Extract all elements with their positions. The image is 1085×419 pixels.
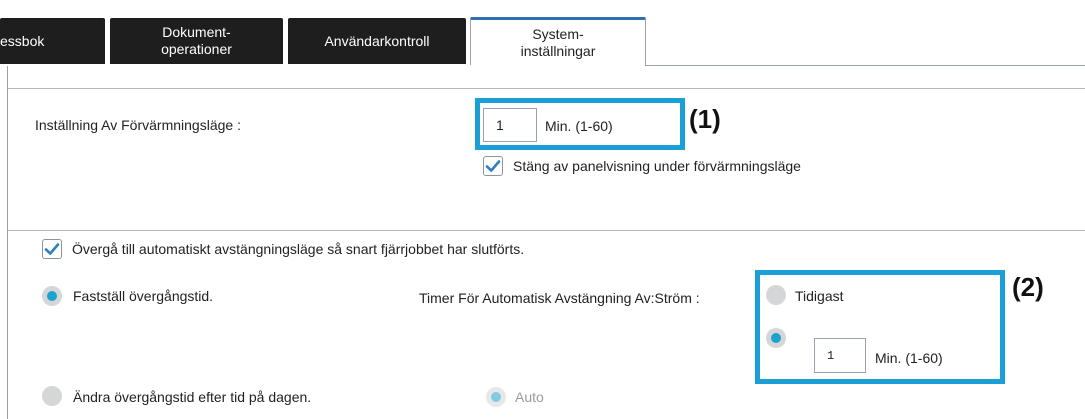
- highlight-box-2: [755, 270, 1005, 384]
- tab-user-control[interactable]: Användarkontroll: [288, 18, 466, 64]
- auto-off-minutes-unit: Min. (1-60): [875, 350, 943, 366]
- auto-label: Auto: [515, 389, 544, 405]
- time-of-day-radio[interactable]: [42, 386, 62, 406]
- fixed-time-label: Fastställ övergångstid.: [73, 288, 214, 304]
- callout-1: (1): [689, 104, 721, 134]
- tab-label: Användarkontroll: [324, 32, 430, 49]
- auto-off-after-remote-checkbox[interactable]: [42, 239, 62, 259]
- auto-off-after-remote-label: Övergå till automatiskt avstängningsläge…: [72, 241, 525, 257]
- earliest-label: Tidigast: [795, 288, 844, 304]
- tab-document-operations[interactable]: Dokument- operationer: [110, 18, 283, 64]
- callout-2: (2): [1012, 272, 1044, 302]
- tab-label: Dokument- operationer: [161, 24, 232, 57]
- earliest-radio[interactable]: [766, 285, 786, 305]
- fixed-time-radio[interactable]: [42, 286, 62, 306]
- tab-address-book[interactable]: essbok: [0, 18, 105, 64]
- preheat-unit-label: Min. (1-60): [545, 118, 613, 134]
- section-divider: [8, 230, 1085, 231]
- tab-system-settings[interactable]: System- inställningar: [470, 17, 646, 65]
- minutes-radio[interactable]: [766, 328, 786, 348]
- auto-radio[interactable]: [486, 387, 506, 407]
- tab-bar: essbok Dokument- operationer Användarkon…: [0, 0, 1085, 66]
- tab-label: essbok: [0, 32, 45, 49]
- panel-off-checkbox[interactable]: [483, 156, 503, 176]
- check-icon: [44, 243, 60, 255]
- section-divider: [8, 88, 1085, 89]
- time-of-day-label: Ändra övergångstid efter tid på dagen.: [73, 389, 312, 405]
- tab-label: System- inställningar: [520, 25, 596, 59]
- preheat-minutes-input[interactable]: 1: [483, 108, 537, 142]
- auto-off-minutes-input[interactable]: 1: [814, 338, 866, 373]
- auto-off-timer-label: Timer För Automatisk Avstängning Av:Strö…: [419, 290, 700, 306]
- tab-baseline: [645, 65, 1085, 66]
- panel-border: [7, 66, 8, 419]
- preheat-label: Inställning Av Förvärmningsläge :: [35, 117, 241, 133]
- check-icon: [485, 160, 501, 172]
- panel-off-label: Stäng av panelvisning under förvärmnings…: [513, 158, 801, 174]
